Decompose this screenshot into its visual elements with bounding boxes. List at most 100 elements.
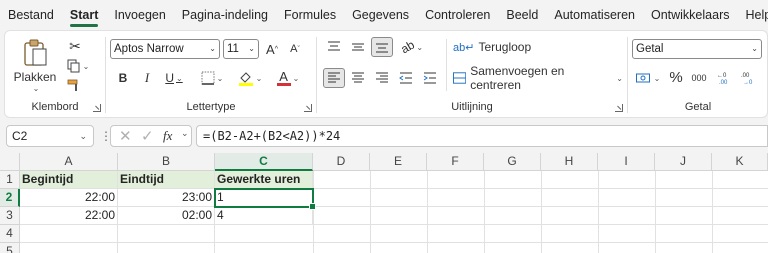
font-color-swatch: [276, 83, 291, 86]
align-left-button[interactable]: [323, 68, 345, 88]
font-launcher-icon[interactable]: [304, 104, 312, 112]
column-header-b[interactable]: B: [118, 153, 215, 171]
align-top-icon: [328, 41, 340, 51]
paste-label: Plakken: [13, 69, 57, 84]
tab-beeld[interactable]: Beeld: [498, 0, 546, 30]
chevron-down-icon: ⌄: [181, 128, 189, 138]
row-header-1[interactable]: 1: [0, 171, 20, 189]
font-family-select[interactable]: Aptos Narrow ⌄: [110, 39, 220, 59]
shrink-font-button[interactable]: Aˇ: [286, 39, 304, 59]
tab-formules[interactable]: Formules: [276, 0, 344, 30]
orientation-button[interactable]: ab ⌄: [397, 37, 427, 57]
tab-gegevens[interactable]: Gegevens: [344, 0, 417, 30]
font-group: Aptos Narrow ⌄ 11 ⌄ A ^ Aˇ B I U ⌄ ⌄ ⌄ A…: [106, 31, 316, 117]
merge-center-button[interactable]: Samenvoegen en centreren ⌄: [453, 64, 623, 92]
formula-input[interactable]: =(B2-A2+(B2<A2))*24: [196, 125, 768, 147]
italic-button[interactable]: I: [138, 68, 156, 88]
align-middle-button[interactable]: [347, 37, 369, 57]
row-header-3[interactable]: 3: [0, 207, 20, 225]
align-center-button[interactable]: [347, 68, 369, 88]
tab-pagina-indeling[interactable]: Pagina-indeling: [174, 0, 276, 30]
align-middle-icon: [352, 43, 364, 51]
fill-color-icon: [238, 72, 253, 86]
copy-button[interactable]: ⌄: [61, 57, 95, 75]
column-header-i[interactable]: I: [598, 153, 655, 171]
cancel-icon[interactable]: ✕: [119, 127, 132, 145]
wrap-text-button[interactable]: ab↵ Terugloop: [453, 37, 543, 57]
chevron-down-icon: ⌄: [653, 73, 661, 83]
enter-icon[interactable]: ✓: [141, 127, 154, 145]
format-painter-icon: [67, 79, 78, 91]
underline-button[interactable]: U ⌄: [160, 68, 188, 88]
align-bottom-button[interactable]: [371, 37, 393, 57]
number-format-select[interactable]: Getal ⌄: [632, 39, 762, 59]
tab-automatiseren[interactable]: Automatiseren: [546, 0, 643, 30]
tab-start[interactable]: Start: [62, 0, 106, 30]
insert-function-icon[interactable]: fx: [163, 128, 172, 144]
number-group: Getal ⌄ ⌄ % 000 ←0.00 .00 →0 Getal: [628, 31, 768, 117]
column-header-j[interactable]: J: [655, 153, 712, 171]
increase-decimal-button[interactable]: ←0.00: [714, 68, 736, 88]
paste-button[interactable]: Plakken ⌄: [13, 37, 57, 93]
column-header-c[interactable]: C: [215, 153, 313, 171]
copy-icon: [67, 59, 80, 73]
decrease-indent-button[interactable]: [395, 68, 417, 88]
chevron-down-icon: ⌄: [248, 44, 255, 53]
increase-indent-button[interactable]: [419, 68, 441, 88]
formula-buttons: ✕ ✓ fx ⌄: [110, 125, 192, 147]
percent-label: %: [669, 68, 683, 86]
tab-bestand[interactable]: Bestand: [0, 0, 62, 30]
number-group-label: Getal: [684, 101, 712, 113]
svg-text:.00: .00: [719, 80, 728, 85]
percent-style-button[interactable]: %: [668, 67, 684, 87]
caret-up-icon: ^: [274, 45, 278, 53]
accounting-format-button[interactable]: ⌄: [632, 68, 664, 88]
tab-controleren[interactable]: Controleren: [417, 0, 498, 30]
align-right-button[interactable]: [371, 68, 393, 88]
name-box[interactable]: C2 ⌄: [6, 125, 94, 147]
ribbon: Plakken ⌄ ✂ ⌄ Klembord Aptos Narrow ⌄ 11…: [4, 30, 768, 118]
column-header-g[interactable]: G: [484, 153, 541, 171]
fill-color-button[interactable]: ⌄: [234, 68, 266, 88]
format-painter-button[interactable]: [63, 77, 85, 95]
column-header-e[interactable]: E: [370, 153, 427, 171]
decrease-decimal-button[interactable]: .00 →0: [738, 68, 760, 88]
comma-style-button[interactable]: 000: [688, 68, 710, 88]
number-format-value: Getal: [636, 43, 664, 55]
row-header-2[interactable]: 2: [0, 189, 20, 207]
tab-ontwikkelaars[interactable]: Ontwikkelaars: [643, 0, 738, 30]
worksheet-grid: A B C D E F G H I J K 1 2 3 4 5 Begintij…: [0, 153, 768, 253]
tab-help[interactable]: Help: [737, 0, 768, 30]
font-size-value: 11: [227, 43, 239, 55]
column-header-h[interactable]: H: [541, 153, 598, 171]
align-top-button[interactable]: [323, 37, 345, 57]
cut-button[interactable]: ✂: [65, 37, 85, 55]
chevron-down-icon: ⌄: [751, 44, 758, 53]
align-bottom-icon: [376, 43, 388, 53]
font-size-select[interactable]: 11 ⌄: [223, 39, 259, 59]
grow-font-button[interactable]: A ^: [263, 39, 281, 59]
chevron-down-icon: ⌄: [292, 73, 300, 83]
bold-label: B: [118, 71, 128, 85]
row-header-4[interactable]: 4: [0, 225, 20, 243]
clipboard-group: Plakken ⌄ ✂ ⌄ Klembord: [5, 31, 105, 117]
alignment-launcher-icon[interactable]: [615, 104, 623, 112]
borders-button[interactable]: ⌄: [196, 68, 228, 88]
row-header-5[interactable]: 5: [0, 243, 20, 253]
font-color-button[interactable]: A ⌄: [272, 68, 304, 88]
alignment-group: ab ⌄ ab↵ Terugloop Samenvoegen en centre…: [317, 31, 627, 117]
chevron-down-icon: ⌄: [416, 42, 424, 52]
clipboard-launcher-icon[interactable]: [93, 104, 101, 112]
select-all-button[interactable]: [0, 153, 20, 171]
tab-invoegen[interactable]: Invoegen: [106, 0, 173, 30]
column-header-a[interactable]: A: [20, 153, 118, 171]
font-family-value: Aptos Narrow: [114, 43, 184, 55]
bold-button[interactable]: B: [114, 68, 132, 88]
svg-text:.00: .00: [741, 73, 750, 79]
italic-label: I: [144, 70, 150, 85]
increase-indent-icon: [423, 72, 436, 84]
column-header-d[interactable]: D: [313, 153, 370, 171]
column-header-f[interactable]: F: [427, 153, 484, 171]
column-header-k[interactable]: K: [712, 153, 768, 171]
font-color-icon: A: [276, 70, 291, 86]
